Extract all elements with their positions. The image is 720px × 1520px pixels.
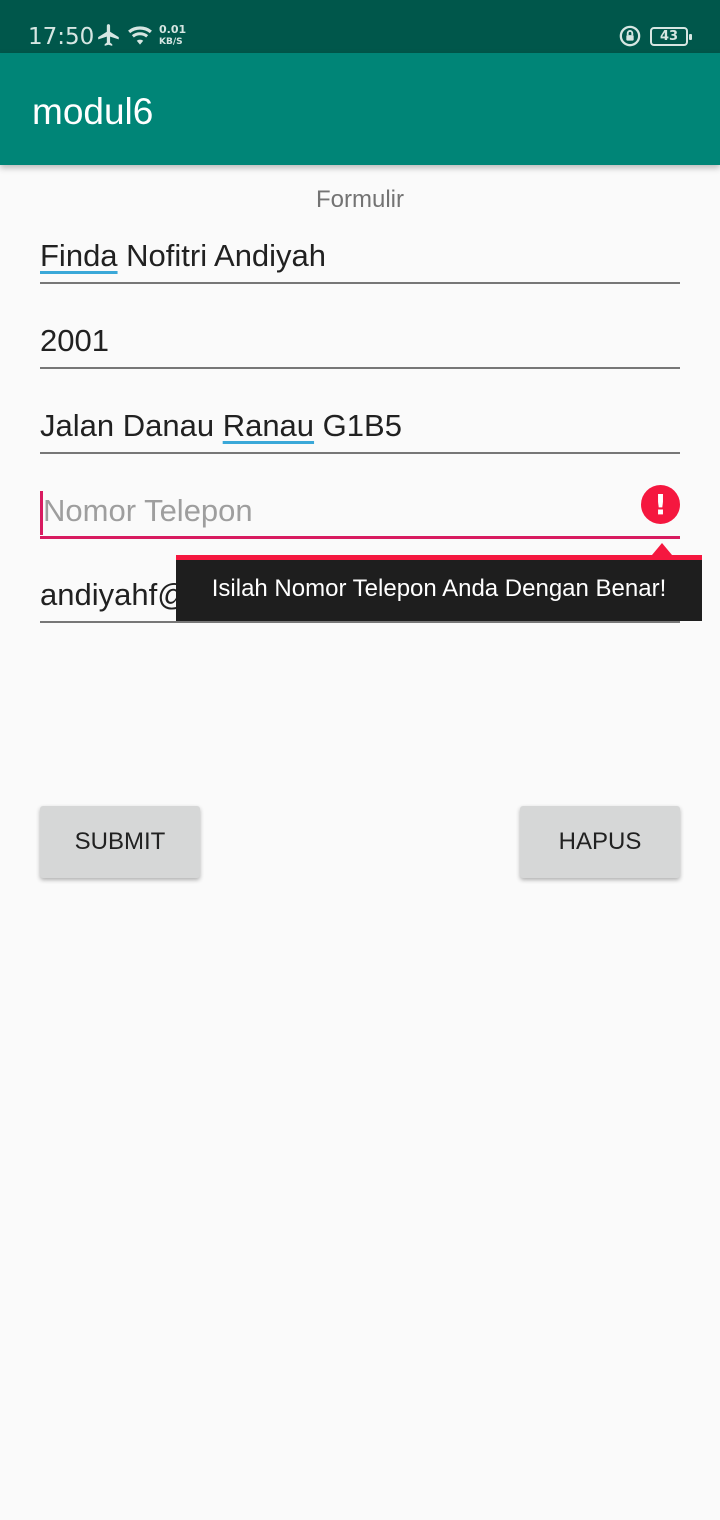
rotation-lock-icon (619, 25, 641, 47)
status-bar: 17:50 0.01 KB/S 43 (0, 0, 720, 53)
app-title: modul6 (32, 91, 154, 132)
app-bar: modul6 (0, 53, 720, 165)
phone-placeholder: Nomor Telepon (43, 493, 253, 528)
clear-button[interactable]: HAPUS (520, 806, 680, 878)
year-input[interactable]: 2001 (40, 313, 680, 369)
error-popup: Isilah Nomor Telepon Anda Dengan Benar! (176, 555, 702, 621)
name-input[interactable]: Finda Nofitri Andiyah (40, 228, 680, 284)
submit-button[interactable]: SUBMIT (40, 806, 200, 878)
network-speed: 0.01 KB/S (159, 23, 187, 48)
form-title: Formulir (316, 186, 404, 213)
wifi-icon (128, 26, 152, 45)
battery-indicator: 43 (650, 27, 692, 46)
phone-input[interactable]: Nomor Telepon ! (40, 483, 680, 539)
name-value: Finda Nofitri Andiyah (40, 238, 327, 273)
address-input[interactable]: Jalan Danau Ranau G1B5 (40, 398, 680, 454)
airplane-mode-icon (98, 24, 119, 46)
address-value: Jalan Danau Ranau G1B5 (40, 408, 402, 443)
error-icon: ! (641, 485, 680, 524)
status-time: 17:50 (28, 24, 95, 50)
year-value: 2001 (40, 323, 109, 358)
error-popup-arrow (652, 543, 672, 555)
